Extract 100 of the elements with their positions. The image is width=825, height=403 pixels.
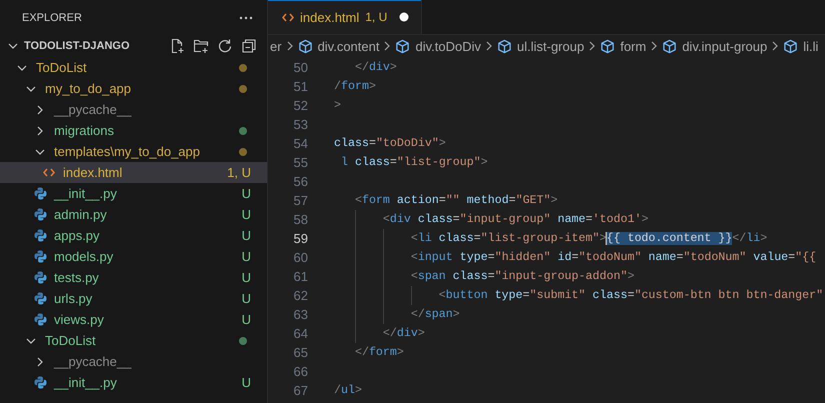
code-line: </form> [354,346,404,359]
code-line: > [334,99,341,112]
tree-item[interactable]: urls.py U [0,288,267,309]
python-icon [34,376,46,389]
line-number: 56 [292,174,309,189]
code-line: <form action="" method="GET"> [354,194,558,207]
item-name: migrations [54,123,114,138]
tree-item[interactable]: views.py U [0,309,267,330]
line-number: 61 [292,269,309,284]
tree-item[interactable]: ToDoList [0,57,267,78]
tree-item[interactable]: __pycache__ [0,351,267,372]
git-status-label: U [242,249,251,264]
item-name: my_to_do_app [45,81,132,96]
code-brackets-icon [282,12,294,22]
chevron-right-icon [651,41,658,51]
collapse-all-icon[interactable] [241,38,257,54]
git-status-label: 1, U [227,165,251,180]
editor-tab[interactable]: index.html 1, U [268,0,422,34]
breadcrumb-item[interactable]: form [620,38,646,54]
chevron-right-icon [37,104,43,114]
tree-item[interactable]: __pycache__ [0,99,267,120]
python-icon [34,229,46,242]
line-number: 62 [292,288,309,303]
code-brackets-icon [43,168,55,177]
unsaved-dot-icon[interactable] [399,12,410,22]
line-number: 64 [292,326,309,341]
breadcrumb-item[interactable]: div.toDoDiv [415,38,481,54]
line-number: 67 [292,383,309,398]
line-number: 57 [292,193,309,208]
item-name: urls.py [54,291,92,306]
item-name: __init__.py [54,375,117,390]
git-status-label: U [242,228,251,243]
chevron-right-icon [384,41,390,51]
line-number: 50 [292,60,309,75]
item-name: ToDoList [45,333,96,348]
item-name: ToDoList [36,60,87,75]
python-icon [34,187,46,200]
line-number: 54 [292,136,309,151]
tree-item[interactable]: tests.py U [0,267,267,288]
tree-item[interactable]: index.html 1, U [0,162,267,183]
breadcrumb-item[interactable]: er [270,38,282,54]
python-icon [34,250,46,263]
item-name: __pycache__ [54,102,132,117]
python-icon [34,313,46,326]
chevron-right-icon [286,41,293,51]
panel-title: EXPLORER [22,12,82,24]
code-line: </span> [410,308,460,321]
tree-item[interactable]: migrations [0,120,267,141]
tree-item[interactable]: __init__.py U [0,372,267,393]
line-number: 58 [292,212,309,227]
new-folder-icon[interactable] [193,38,209,54]
item-name: __init__.py [54,186,117,201]
tree-item[interactable]: ToDoList [0,330,267,351]
chevron-right-icon [37,356,43,366]
git-status-label: U [242,207,251,222]
code-line: /form> [334,80,376,93]
section-header[interactable]: TODOLIST-DJANGO [0,35,267,57]
item-name: __pycache__ [54,354,132,369]
tree-item[interactable]: admin.py U [0,204,267,225]
line-number: 51 [292,79,309,94]
item-name: views.py [54,312,104,327]
item-name: tests.py [54,270,99,285]
git-status-label: U [242,312,251,327]
chevron-right-icon [37,126,43,136]
chevron-right-icon [486,41,492,51]
tree-item[interactable]: my_to_do_app [0,78,267,99]
python-icon [34,292,46,305]
line-number: 63 [292,307,309,322]
tree-item[interactable]: templates\my_to_do_app [0,141,267,162]
chevron-right-icon [772,41,778,51]
item-name: admin.py [54,207,107,222]
line-number: 53 [292,117,309,132]
line-number: 59 [292,231,309,246]
tree-item[interactable]: apps.py U [0,225,267,246]
chevron-right-icon [589,41,596,51]
code-line: /ul> [334,384,362,397]
new-file-icon[interactable] [169,38,185,54]
breadcrumb-item[interactable]: li.li [803,38,818,54]
git-status-label: U [242,375,251,390]
git-status-label: U [242,270,251,285]
chevron-down-icon [35,148,45,154]
chevron-down-icon [8,43,18,49]
breadcrumb-item[interactable]: div.input-group [682,38,768,54]
code-line: l class="list-group"> [340,156,488,169]
refresh-icon[interactable] [217,38,233,54]
tree-item[interactable]: models.py U [0,246,267,267]
item-name: models.py [54,249,114,264]
item-name: templates\my_to_do_app [54,144,200,159]
more-icon[interactable] [239,16,253,20]
code-line: <button type="submit" class="custom-btn btn btn-danger" [438,289,824,302]
line-number: 60 [292,250,309,265]
line-number: 66 [292,364,309,379]
breadcrumb-item[interactable]: div.content [318,38,380,54]
chevron-down-icon [17,64,27,70]
python-icon [34,208,46,221]
code-line: <div class="input-group" name='todo1'> [382,213,648,226]
tree-item[interactable]: __init__.py U [0,183,267,204]
git-status-label: U [242,291,251,306]
breadcrumb-item[interactable]: ul.list-group [517,38,584,54]
git-status-label: 1, U [365,10,388,24]
